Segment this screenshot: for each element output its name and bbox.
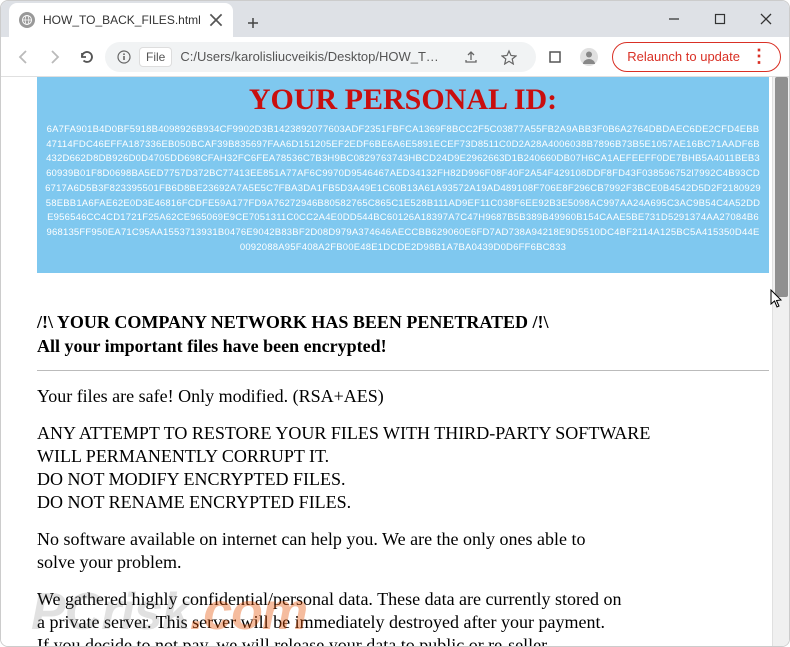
- window-minimize-button[interactable]: [651, 0, 697, 39]
- no-software-block: No software available on internet can he…: [37, 528, 769, 574]
- tab-title: HOW_TO_BACK_FILES.html: [43, 13, 201, 27]
- data-threat-block: We gathered highly confidential/personal…: [37, 588, 769, 646]
- files-safe-text: Your files are safe! Only modified. (RSA…: [37, 385, 769, 408]
- encrypted-warning: All your important files have been encry…: [37, 335, 769, 358]
- relaunch-label: Relaunch to update: [627, 49, 740, 64]
- profile-avatar-icon[interactable]: [574, 42, 604, 72]
- ransom-note-page: YOUR PERSONAL ID: 6A7FA901B4D0BF5918B409…: [1, 77, 789, 646]
- forward-button[interactable]: [41, 43, 69, 71]
- personal-id-box: YOUR PERSONAL ID: 6A7FA901B4D0BF5918B409…: [37, 77, 769, 273]
- address-bar[interactable]: File C:/Users/karolisliucveikis/Desktop/…: [105, 42, 536, 72]
- new-tab-button[interactable]: [239, 9, 267, 37]
- ransom-body: /!\ YOUR COMPANY NETWORK HAS BEEN PENETR…: [37, 311, 769, 646]
- browser-toolbar: File C:/Users/karolisliucveikis/Desktop/…: [1, 37, 789, 77]
- extensions-icon[interactable]: [540, 42, 570, 72]
- globe-icon: [19, 12, 35, 28]
- bookmark-star-icon[interactable]: [494, 42, 524, 72]
- window-close-button[interactable]: [743, 0, 789, 39]
- penetrated-warning: /!\ YOUR COMPANY NETWORK HAS BEEN PENETR…: [37, 311, 769, 334]
- reload-button[interactable]: [73, 43, 101, 71]
- back-button[interactable]: [9, 43, 37, 71]
- window-maximize-button[interactable]: [697, 0, 743, 39]
- url-text: C:/Users/karolisliucveikis/Desktop/HOW_T…: [180, 49, 448, 64]
- personal-id-hex: 6A7FA901B4D0BF5918B4098926B934CF9902D3B1…: [45, 123, 761, 255]
- browser-window: HOW_TO_BACK_FILES.html File C:/Users/kar…: [0, 0, 790, 647]
- tab-close-button[interactable]: [209, 13, 223, 27]
- personal-id-heading: YOUR PERSONAL ID:: [45, 83, 761, 117]
- vertical-scrollbar[interactable]: [772, 77, 789, 646]
- tab-strip: HOW_TO_BACK_FILES.html: [1, 1, 789, 37]
- page-viewport: YOUR PERSONAL ID: 6A7FA901B4D0BF5918B409…: [1, 77, 789, 646]
- file-protocol-chip: File: [139, 47, 172, 67]
- scrollbar-thumb[interactable]: [775, 77, 788, 297]
- share-icon[interactable]: [456, 42, 486, 72]
- relaunch-update-button[interactable]: Relaunch to update ⋮: [612, 42, 781, 72]
- menu-dots-icon[interactable]: ⋮: [750, 46, 768, 67]
- restore-warning-block: ANY ATTEMPT TO RESTORE YOUR FILES WITH T…: [37, 422, 769, 514]
- browser-tab[interactable]: HOW_TO_BACK_FILES.html: [9, 3, 233, 37]
- info-icon: [117, 50, 131, 64]
- separator-line: [37, 370, 769, 371]
